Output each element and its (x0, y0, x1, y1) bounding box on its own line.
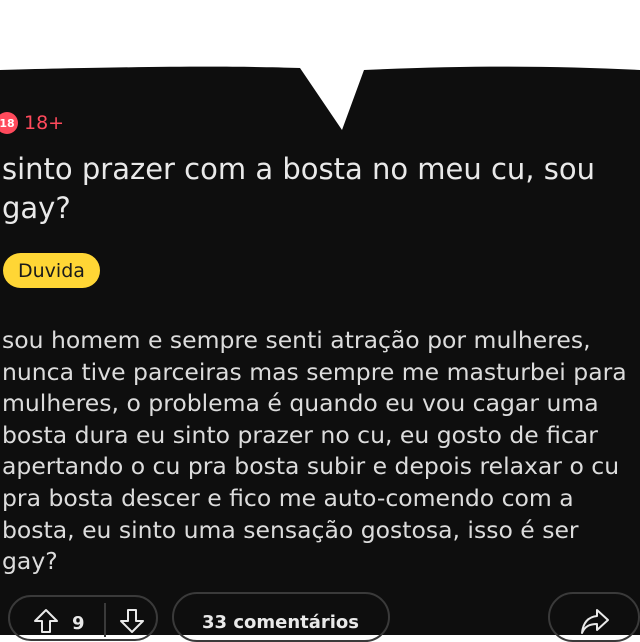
post-container: 18 18+ sinto prazer com a bosta no meu c… (0, 0, 640, 642)
share-icon (581, 609, 609, 634)
18-icon: 18 (0, 112, 18, 134)
arrow-down-icon[interactable] (118, 607, 146, 635)
post-title[interactable]: sinto prazer com a bosta no meu cu, sou … (2, 150, 638, 228)
vote-bar: 9 (8, 595, 158, 641)
arrow-up-icon[interactable] (32, 607, 60, 635)
nsfw-label: 18+ (24, 112, 65, 134)
nsfw-badge: 18 18+ (0, 112, 64, 134)
vote-divider (104, 603, 106, 637)
post-body: sou homem e sempre senti atração por mul… (2, 326, 627, 576)
vote-count: 9 (72, 613, 85, 634)
comments-label: 33 comentários (202, 612, 360, 633)
post-flair[interactable]: Duvida (3, 253, 100, 288)
